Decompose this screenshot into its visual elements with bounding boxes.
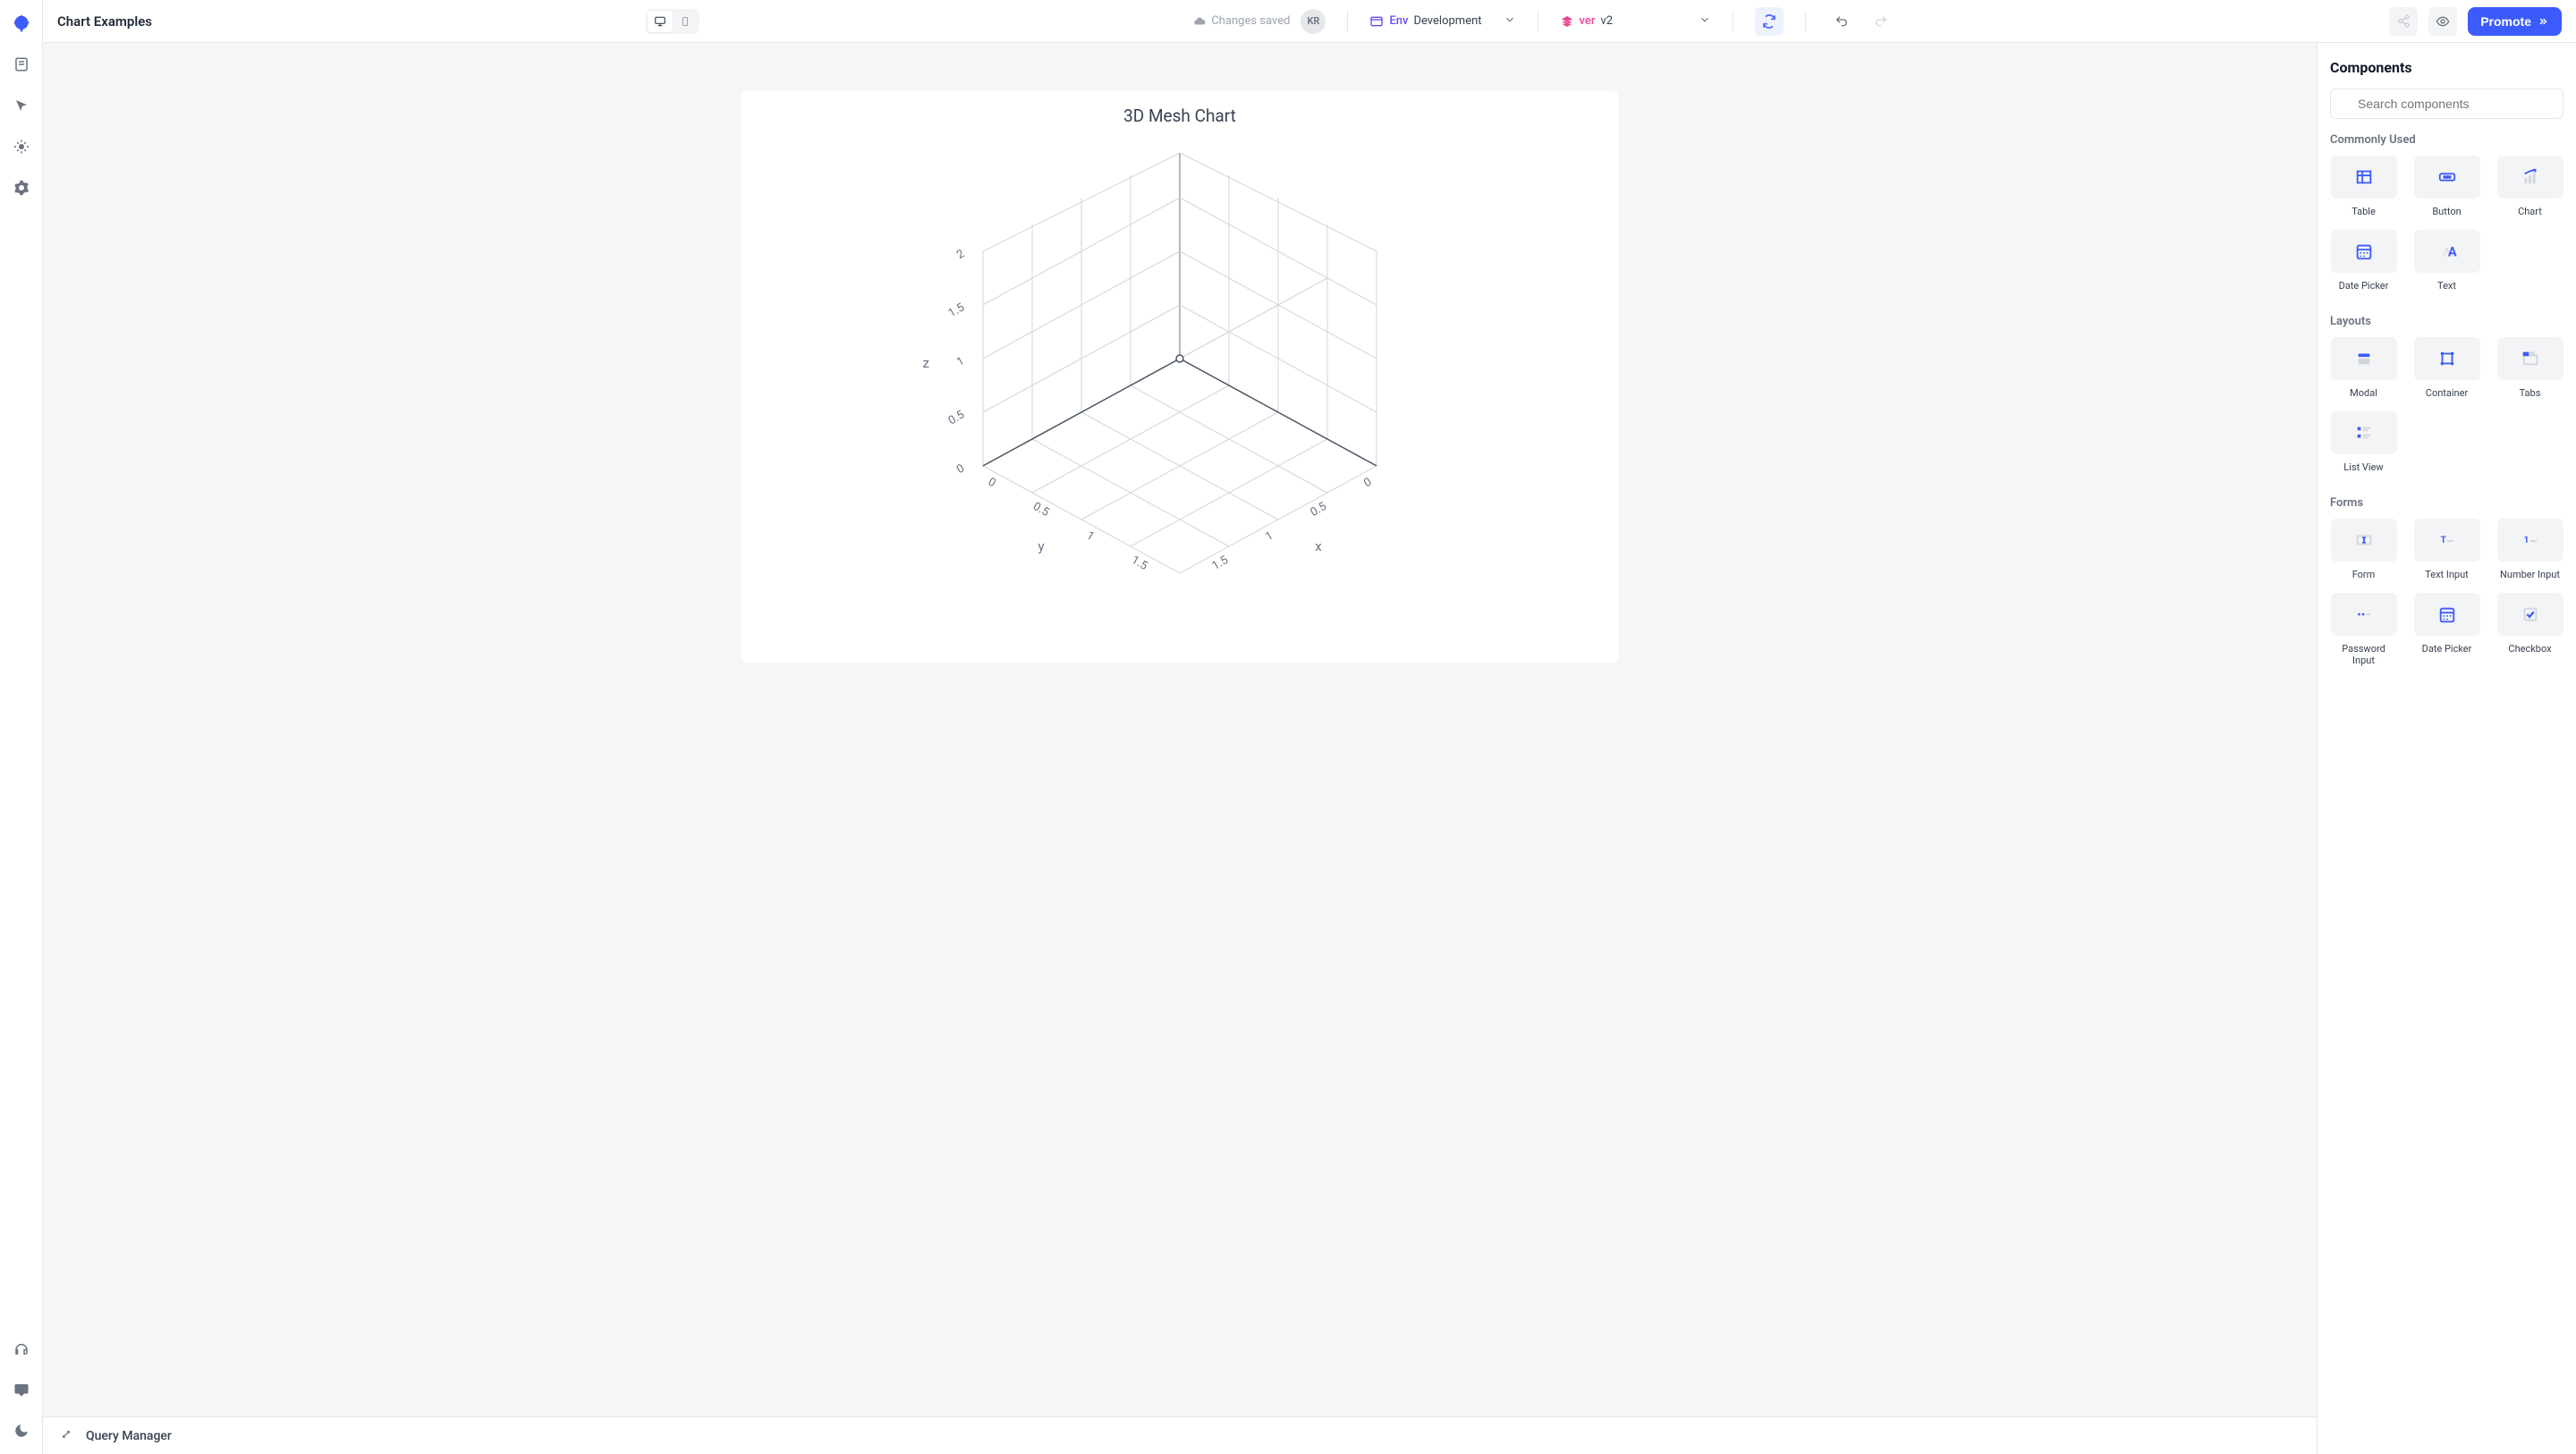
- svg-text:z: z: [923, 355, 929, 371]
- pages-icon[interactable]: [9, 52, 34, 77]
- env-label: Env: [1389, 14, 1408, 28]
- svg-text:1.5: 1.5: [1210, 554, 1231, 573]
- refresh-button[interactable]: [1755, 7, 1784, 36]
- component-label: Table: [2351, 206, 2376, 217]
- component-label: Text: [2437, 280, 2456, 292]
- svg-text:0.5: 0.5: [1030, 500, 1051, 520]
- component-date-picker-form[interactable]: Date Picker: [2413, 593, 2480, 666]
- component-label: Date Picker: [2422, 643, 2472, 655]
- chevron-down-icon: [1504, 13, 1516, 30]
- topbar: Chart Examples Changes saved KR Env: [43, 0, 2576, 43]
- version-selector[interactable]: ver v2: [1560, 13, 1712, 30]
- component-tabs[interactable]: Tabs: [2496, 337, 2563, 399]
- component-form[interactable]: Form: [2330, 519, 2397, 580]
- component-list-view[interactable]: List View: [2330, 411, 2397, 473]
- share-button[interactable]: [2389, 7, 2418, 36]
- device-toggle: [646, 9, 699, 34]
- support-icon[interactable]: [9, 1336, 34, 1361]
- svg-text:x: x: [1315, 538, 1322, 554]
- theme-icon[interactable]: [9, 1418, 34, 1443]
- component-label: Chart: [2518, 206, 2542, 217]
- logo-icon[interactable]: [9, 11, 34, 36]
- debug-icon[interactable]: [9, 134, 34, 159]
- component-label: Password Input: [2330, 643, 2397, 666]
- svg-text:T: T: [2440, 536, 2446, 545]
- component-label: Form: [2352, 569, 2376, 580]
- section-forms: Forms: [2330, 496, 2563, 510]
- svg-text:0: 0: [1361, 476, 1374, 491]
- chevron-down-icon: [1699, 13, 1711, 30]
- settings-icon[interactable]: [9, 175, 34, 200]
- canvas[interactable]: 3D Mesh Chart: [43, 43, 2317, 1416]
- svg-text:0: 0: [954, 461, 967, 477]
- component-password-input[interactable]: Password Input: [2330, 593, 2397, 666]
- component-chart[interactable]: Chart: [2496, 156, 2563, 217]
- svg-text:0.5: 0.5: [946, 408, 967, 427]
- component-label: Button: [2432, 206, 2461, 217]
- svg-text:2: 2: [954, 247, 967, 262]
- chart-plot-area: 0 0.5 1 1.5 2 z 0 0.5: [741, 126, 1618, 636]
- section-layouts: Layouts: [2330, 315, 2563, 328]
- component-modal[interactable]: Modal: [2330, 337, 2397, 399]
- component-checkbox[interactable]: Checkbox: [2496, 593, 2563, 666]
- preview-button[interactable]: [2428, 7, 2457, 36]
- svg-text:1: 1: [2523, 536, 2529, 545]
- query-manager-bar[interactable]: Query Manager: [43, 1416, 2317, 1454]
- component-date-picker[interactable]: Date Picker: [2330, 230, 2397, 292]
- env-value: Development: [1413, 14, 1481, 28]
- component-label: List View: [2343, 461, 2383, 473]
- search-input[interactable]: [2330, 89, 2563, 119]
- svg-text:0: 0: [986, 476, 998, 491]
- component-label: Checkbox: [2508, 643, 2551, 655]
- svg-text:1.5: 1.5: [1129, 554, 1149, 573]
- svg-text:1: 1: [1263, 529, 1275, 545]
- promote-label: Promote: [2480, 14, 2531, 29]
- chart-component[interactable]: 3D Mesh Chart: [741, 91, 1618, 663]
- component-label: Tabs: [2520, 387, 2541, 399]
- component-container[interactable]: Container: [2413, 337, 2480, 399]
- undo-button[interactable]: [1827, 7, 1856, 36]
- section-commonly-used: Commonly Used: [2330, 133, 2563, 147]
- redo-button[interactable]: [1867, 7, 1895, 36]
- page-title: Chart Examples: [57, 13, 152, 30]
- comment-icon[interactable]: [9, 1377, 34, 1402]
- env-icon: [1369, 14, 1384, 29]
- user-avatar[interactable]: KR: [1301, 9, 1326, 34]
- layers-icon: [1560, 14, 1574, 29]
- component-label: Date Picker: [2339, 280, 2389, 292]
- chart-title: 3D Mesh Chart: [741, 100, 1618, 126]
- ver-label: ver: [1580, 14, 1596, 28]
- query-manager-label: Query Manager: [86, 1429, 172, 1443]
- cloud-check-icon: [1193, 15, 1206, 28]
- left-nav-rail: [0, 0, 43, 1454]
- component-label: Modal: [2350, 387, 2377, 399]
- svg-text:1: 1: [1084, 529, 1097, 545]
- inspect-icon[interactable]: [9, 93, 34, 118]
- component-label: Container: [2426, 387, 2468, 399]
- svg-text:1: 1: [954, 354, 967, 369]
- components-heading: Components: [2330, 59, 2563, 76]
- svg-text:0.5: 0.5: [1309, 500, 1329, 520]
- save-status: Changes saved: [1193, 14, 1290, 28]
- mobile-toggle[interactable]: [673, 11, 698, 32]
- expand-icon: [59, 1427, 73, 1445]
- component-button[interactable]: Button: [2413, 156, 2480, 217]
- component-table[interactable]: Table: [2330, 156, 2397, 217]
- component-text-input[interactable]: T Text Input: [2413, 519, 2480, 580]
- save-status-label: Changes saved: [1211, 14, 1290, 28]
- component-text[interactable]: AA Text: [2413, 230, 2480, 292]
- ver-value: v2: [1600, 14, 1613, 28]
- component-label: Number Input: [2500, 569, 2560, 580]
- promote-button[interactable]: Promote: [2468, 7, 2562, 36]
- components-panel: Components Commonly Used Table Button: [2317, 43, 2576, 1454]
- svg-text:A: A: [2447, 244, 2456, 260]
- env-selector[interactable]: Env Development: [1369, 13, 1515, 30]
- svg-text:1.5: 1.5: [946, 300, 967, 320]
- component-label: Text Input: [2425, 569, 2469, 580]
- svg-text:y: y: [1038, 538, 1044, 554]
- component-number-input[interactable]: 1 Number Input: [2496, 519, 2563, 580]
- desktop-toggle[interactable]: [648, 11, 673, 32]
